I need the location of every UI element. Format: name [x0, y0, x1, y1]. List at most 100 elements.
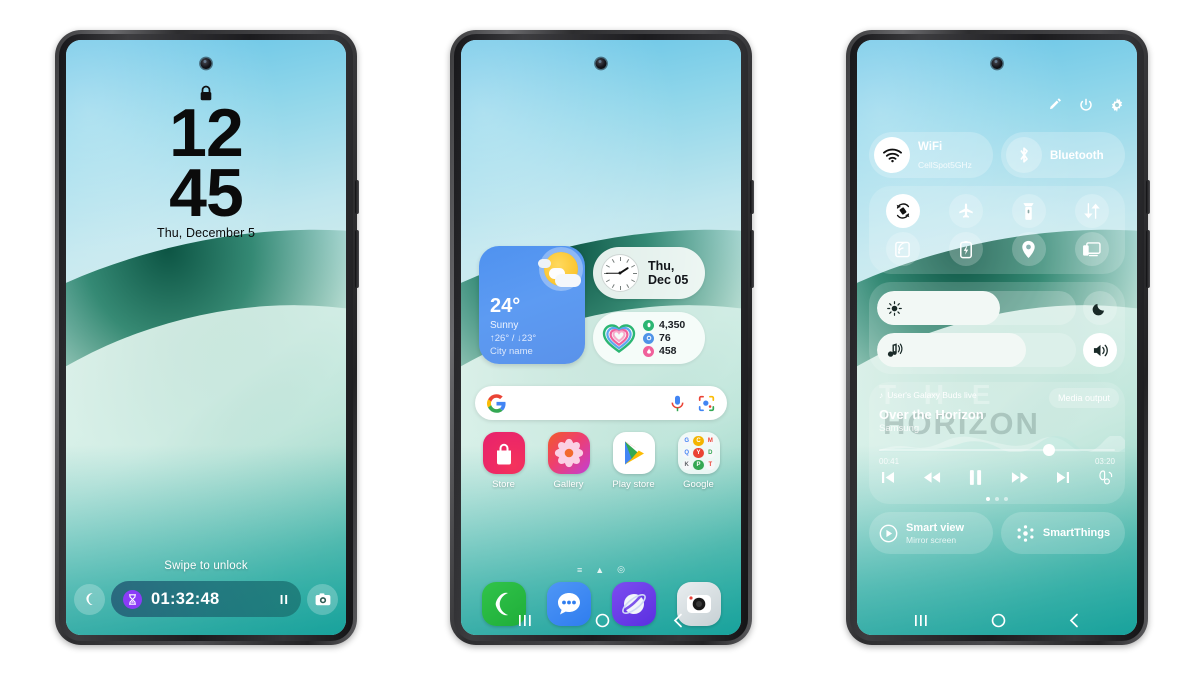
lock-screen[interactable]: 12 45 Thu, December 5 Swipe to unlock 01…: [66, 40, 346, 635]
recents-icon[interactable]: [914, 614, 929, 627]
smart-view-icon: [879, 524, 898, 543]
media-output-button[interactable]: Media output: [1048, 388, 1119, 408]
dark-mode-moon-icon[interactable]: [1083, 291, 1117, 325]
airplane-mode-icon[interactable]: [948, 194, 983, 228]
back-icon[interactable]: [672, 613, 684, 628]
weather-condition: Sunny: [490, 320, 519, 331]
clock-date-widget[interactable]: Thu, Dec 05: [593, 247, 705, 299]
phone-shortcut-button[interactable]: [74, 583, 105, 615]
wifi-icon: [874, 137, 910, 173]
skip-next-icon[interactable]: [1056, 471, 1070, 484]
google-lens-icon[interactable]: [698, 395, 715, 412]
play-store-icon: [612, 432, 655, 474]
google-search-bar[interactable]: [475, 386, 727, 420]
health-minutes-row: 76: [643, 332, 685, 344]
page-dot-list-icon[interactable]: ≡: [577, 565, 582, 575]
earbuds-icon[interactable]: [1099, 470, 1113, 485]
media-elapsed: 00:41: [879, 457, 900, 466]
media-dot[interactable]: [1004, 497, 1008, 501]
page-indicator: ≡ ▲ ◎: [461, 564, 741, 575]
wifi-label: WiFi: [918, 141, 943, 153]
microphone-icon[interactable]: [671, 395, 684, 412]
quick-panel-header: [1048, 98, 1124, 112]
smartthings-label: SmartThings: [1042, 526, 1111, 539]
app-google-folder[interactable]: G C M Q Y D K P T Google: [672, 432, 726, 490]
swipe-to-unlock-hint: Swipe to unlock: [164, 560, 248, 572]
weather-location: City name: [490, 346, 533, 357]
sound-wave-icon: [887, 342, 905, 358]
volume-slider[interactable]: [877, 333, 1076, 367]
volume-row: [877, 333, 1117, 367]
recents-icon[interactable]: [518, 614, 533, 627]
bluetooth-chip[interactable]: Bluetooth: [1001, 132, 1125, 178]
analog-clock-icon: [601, 254, 639, 292]
settings-gear-icon[interactable]: [1110, 98, 1124, 112]
weather-widget[interactable]: 24° Sunny ↑26° / ↓23° City name: [479, 246, 585, 364]
timer-pause-button[interactable]: II: [280, 592, 289, 607]
app-store[interactable]: Store: [477, 432, 531, 490]
brightness-icon: [887, 300, 902, 316]
health-steps-value: 4,350: [659, 319, 686, 331]
power-button[interactable]: [355, 230, 359, 288]
power-sharing-icon[interactable]: [948, 232, 983, 266]
location-icon[interactable]: [1011, 232, 1046, 266]
cloud-icon-large: [555, 274, 581, 287]
health-widget[interactable]: 4,350 76 458: [593, 312, 705, 364]
dex-icon[interactable]: [1074, 232, 1109, 266]
power-button[interactable]: [750, 230, 754, 288]
media-duration: 03:20: [1094, 457, 1115, 466]
clock-widget-line2: Dec 05: [648, 273, 689, 287]
health-calories-row: 458: [643, 345, 685, 357]
media-dot[interactable]: [995, 497, 999, 501]
media-progress-knob[interactable]: [1042, 444, 1055, 456]
camera-shortcut-button[interactable]: [307, 583, 338, 615]
lock-screen-bottom-bar: 01:32:48 II: [74, 581, 338, 617]
bluetooth-icon: [1006, 137, 1042, 173]
galaxy-store-icon: [482, 432, 525, 474]
smart-view-chip[interactable]: Smart view Mirror screen: [869, 512, 993, 554]
smartthings-chip[interactable]: SmartThings: [1001, 512, 1125, 554]
camera-icon: [315, 592, 330, 605]
flashlight-icon[interactable]: [1011, 194, 1046, 228]
clock-minutes: 45: [169, 155, 244, 231]
volume-button[interactable]: [1146, 180, 1150, 214]
media-dot[interactable]: [986, 497, 990, 501]
lock-screen-clock: 12 45 Thu, December 5: [66, 99, 346, 242]
power-button[interactable]: [1146, 230, 1150, 288]
front-camera-punch-hole: [991, 58, 1003, 69]
home-icon[interactable]: [991, 613, 1006, 628]
pause-icon[interactable]: [969, 470, 982, 485]
phone-device-quick-panel: WiFi CellSpot5GHz Bluetooth T H E HORIZO…: [846, 30, 1150, 645]
back-icon[interactable]: [1068, 613, 1080, 628]
volume-button[interactable]: [355, 180, 359, 214]
media-progress[interactable]: [879, 436, 1125, 456]
media-progress-bar: [879, 449, 1115, 451]
speaker-icon[interactable]: [1083, 333, 1117, 367]
weather-temperature: 24°: [490, 295, 521, 317]
page-dot-home-icon[interactable]: ▲: [595, 565, 604, 575]
rewind-icon[interactable]: [923, 471, 941, 484]
home-screen[interactable]: 24° Sunny ↑26° / ↓23° City name Thu, Dec…: [461, 40, 741, 635]
brightness-slider[interactable]: [877, 291, 1076, 325]
skip-previous-icon[interactable]: [881, 471, 895, 484]
edit-pencil-icon[interactable]: [1048, 98, 1062, 112]
auto-rotate-icon[interactable]: [885, 194, 920, 228]
app-play-store[interactable]: Play store: [607, 432, 661, 490]
media-times: 00:41 03:20: [879, 457, 1115, 466]
media-player[interactable]: T H E HORIZON ♪ User's Galaxy Buds live …: [869, 382, 1125, 504]
app-gallery[interactable]: Gallery: [542, 432, 596, 490]
mobile-data-icon[interactable]: [1074, 194, 1109, 228]
timer-widget[interactable]: 01:32:48 II: [111, 581, 301, 617]
power-icon[interactable]: [1079, 98, 1093, 112]
page-dot-plus-icon[interactable]: ◎: [617, 564, 625, 575]
volume-button[interactable]: [750, 180, 754, 214]
app-label: Play store: [612, 479, 655, 490]
app-label: Google: [683, 479, 714, 490]
fast-forward-icon[interactable]: [1011, 471, 1028, 484]
health-steps-row: 4,350: [643, 319, 685, 331]
nearby-share-icon[interactable]: [885, 232, 920, 266]
home-icon[interactable]: [595, 613, 610, 628]
wifi-chip[interactable]: WiFi CellSpot5GHz: [869, 132, 993, 178]
weather-high-low: ↑26° / ↓23°: [490, 333, 537, 344]
quick-settings-panel[interactable]: WiFi CellSpot5GHz Bluetooth T H E HORIZO…: [857, 40, 1137, 635]
